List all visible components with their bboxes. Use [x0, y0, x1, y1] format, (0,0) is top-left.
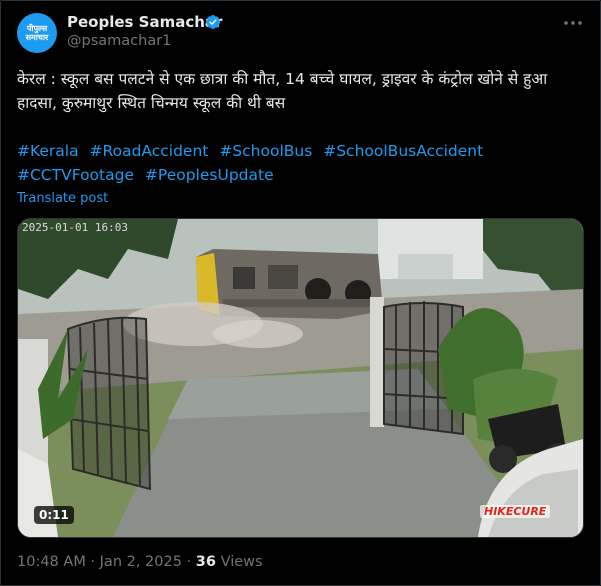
hashtag-link[interactable]: #PeoplesUpdate: [145, 166, 274, 184]
post-meta: 10:48 AM · Jan 2, 2025 · 36 Views: [17, 554, 263, 570]
views-label: Views: [220, 554, 263, 570]
meta-separator: ·: [85, 554, 100, 570]
hashtag-link[interactable]: #SchoolBus: [219, 142, 312, 160]
post-text: केरल : स्कूल बस पलटने से एक छात्रा की मौ…: [17, 70, 548, 112]
hashtag-link[interactable]: #RoadAccident: [90, 142, 209, 160]
avatar[interactable]: पीपुल्स समाचार: [17, 13, 57, 53]
gate-left: [66, 316, 152, 491]
translate-post-link[interactable]: Translate post: [17, 191, 108, 206]
post-card: पीपुल्स समाचार Peoples Samachar @psamach…: [0, 0, 601, 586]
video-duration: 0:11: [34, 506, 74, 524]
avatar-line-2: समाचार: [25, 33, 49, 42]
more-icon[interactable]: [563, 13, 583, 33]
meta-separator: ·: [181, 554, 196, 570]
post-time[interactable]: 10:48 AM: [17, 554, 86, 570]
verified-badge-icon[interactable]: [205, 14, 221, 30]
hashtag-list: #Kerala #RoadAccident #SchoolBus #School…: [17, 139, 587, 187]
video-frame: [18, 219, 583, 537]
video-player[interactable]: 2025-01-01 16:03 0:11 HIKECURE: [17, 218, 584, 538]
hashtag-link[interactable]: #SchoolBusAccident: [323, 142, 483, 160]
post-date[interactable]: Jan 2, 2025: [100, 554, 182, 570]
views-count: 36: [195, 554, 216, 570]
cctv-timestamp: 2025-01-01 16:03: [22, 221, 128, 234]
author-handle[interactable]: @psamachar1: [67, 33, 171, 49]
avatar-line-1: पीपुल्स: [26, 24, 48, 33]
author-name[interactable]: Peoples Samachar: [67, 13, 222, 31]
hashtag-link[interactable]: #CCTVFootage: [17, 166, 134, 184]
hashtag-link[interactable]: #Kerala: [17, 142, 79, 160]
video-watermark: HIKECURE: [480, 505, 551, 518]
